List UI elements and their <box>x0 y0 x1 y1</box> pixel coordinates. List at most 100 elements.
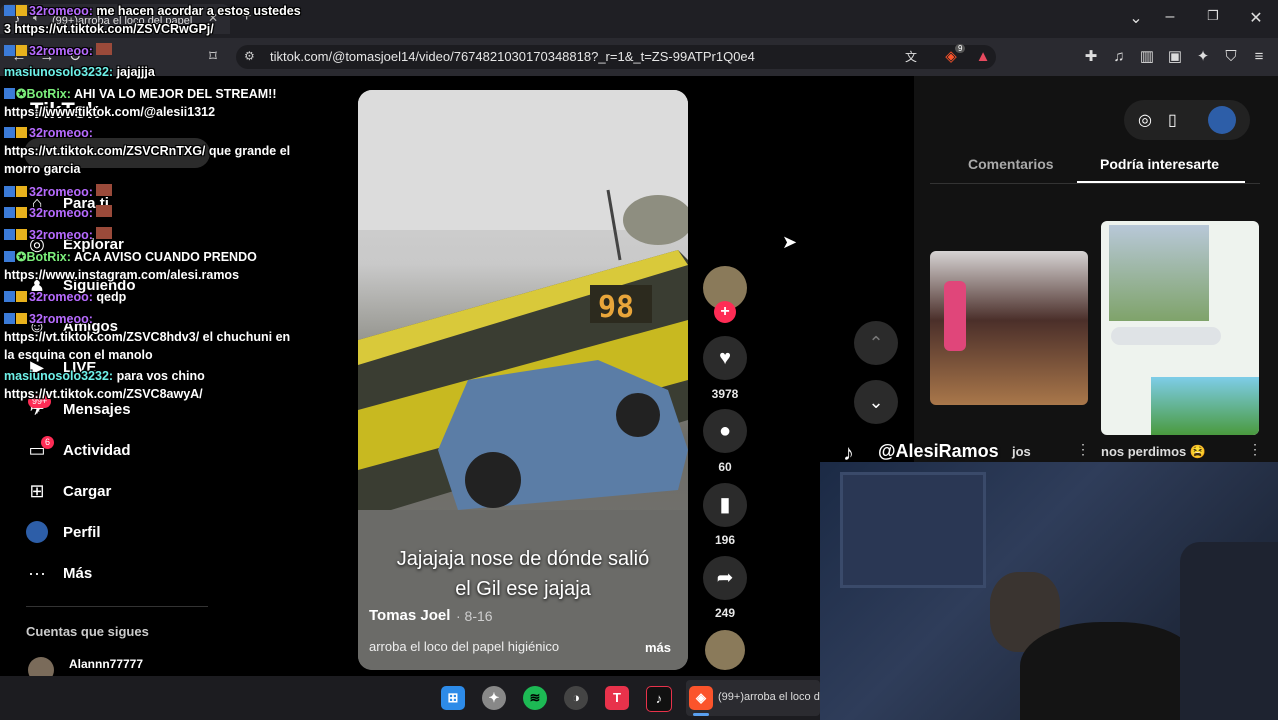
bookmark-icon: ▮ <box>719 494 731 516</box>
vpn-icon[interactable]: ⛉ <box>1220 46 1242 68</box>
thumbnail-image <box>1151 377 1259 435</box>
chat-message: masiunosolo3232: para vos chino https://… <box>4 369 205 401</box>
maximize-icon[interactable]: ❐ <box>1203 8 1223 24</box>
spotify-icon[interactable]: ≋ <box>523 686 547 710</box>
chat-message: 32romeoo: me hacen acordar a estos usted… <box>4 4 301 36</box>
sidebar-item-cargar[interactable]: ⊞ Cargar <box>26 476 111 506</box>
chat-badge-icon <box>4 229 15 240</box>
sidebar-divider <box>26 606 208 607</box>
sidebar-item-perfil[interactable]: Perfil <box>26 517 101 547</box>
tiktok-app-icon[interactable]: ♪ <box>646 686 672 712</box>
minimize-icon[interactable]: – <box>1160 8 1180 26</box>
tiktok-logo-icon: ♪ <box>843 440 854 465</box>
tab-comentarios[interactable]: Comentarios <box>968 156 1054 172</box>
like-button[interactable]: ♥ <box>703 336 747 380</box>
crown-icon <box>16 127 27 138</box>
crown-icon <box>16 45 27 56</box>
suggested-video-title[interactable]: nos perdimos 😫 <box>1101 444 1206 460</box>
bot-icon: ✪ <box>16 87 27 101</box>
chat-message: 32romeoo: <box>4 183 304 201</box>
tab-list-icon[interactable]: ⌄ <box>1126 8 1146 28</box>
gaming-chair <box>1180 542 1278 720</box>
tab-podria-interesarte[interactable]: Podría interesarte <box>1100 156 1219 172</box>
more-options-icon[interactable]: ⋮ <box>1076 441 1090 458</box>
settings-app-icon[interactable]: ✦ <box>482 686 506 710</box>
follow-plus-icon[interactable]: + <box>714 301 736 323</box>
chat-badge-icon <box>4 127 15 138</box>
streamlabs-icon[interactable]: T <box>605 686 629 710</box>
more-icon: ··· <box>28 563 46 583</box>
video-caption-line1: Jajajaja nose de dónde salió <box>396 548 650 570</box>
bus-number: 98 <box>598 290 634 325</box>
leo-ai-icon[interactable]: ✦ <box>1192 46 1214 68</box>
following-user-name[interactable]: Alannn77777 <box>69 657 143 671</box>
video-author[interactable]: Tomas Joel <box>369 607 450 624</box>
previous-video-button[interactable]: ⌃ <box>854 321 898 365</box>
person-figure <box>1020 622 1200 720</box>
video-caption-line2: el Gil ese jajaja <box>455 578 591 600</box>
compass-icon[interactable]: ◎ <box>1138 110 1152 130</box>
emote-icon <box>96 43 113 55</box>
crown-icon <box>16 186 27 197</box>
chevron-down-icon: ⌄ <box>868 392 884 412</box>
chat-badge-icon <box>4 5 15 16</box>
bot-icon: ✪ <box>16 250 27 264</box>
sidebar-item-label: Actividad <box>63 441 131 459</box>
url-text[interactable]: tiktok.com/@tomasjoel14/video/7674821030… <box>270 49 755 64</box>
suggested-video-title[interactable]: jos <box>1012 444 1031 459</box>
menu-icon[interactable]: ≡ <box>1248 46 1270 68</box>
chevron-up-icon: ⌃ <box>868 333 884 353</box>
save-button[interactable]: ▮ <box>703 483 747 527</box>
audio-message-bar <box>1111 327 1221 345</box>
extensions-icon[interactable]: ✚ <box>1080 46 1102 68</box>
emote-icon <box>96 205 113 217</box>
chat-message: 32romeoo: <box>4 42 304 60</box>
sidebar-item-label: Cargar <box>63 482 112 500</box>
active-indicator <box>693 713 709 716</box>
brave-rewards-icon[interactable]: ▲ <box>972 46 994 68</box>
chat-badge-icon <box>4 45 15 56</box>
poster <box>840 472 986 588</box>
upload-icon: ⊞ <box>29 481 45 501</box>
chat-message: ✪BotRix: ACA AVISO CUANDO PRENDO https:/… <box>4 250 257 282</box>
chat-badge-icon <box>4 88 15 99</box>
chat-badge-icon <box>4 207 15 218</box>
crown-icon <box>16 313 27 324</box>
translate-icon[interactable]: 文 <box>900 46 922 68</box>
chat-message: masiunosolo3232: jajajjja <box>4 65 155 79</box>
music-disc-icon[interactable] <box>705 630 745 670</box>
suggested-video-thumbnail[interactable] <box>930 251 1088 405</box>
share-arrow-icon: ➦ <box>716 567 734 589</box>
sidebar-toggle-icon[interactable]: ▥ <box>1136 46 1158 68</box>
more-options-icon[interactable]: ⋮ <box>1248 441 1262 458</box>
chat-message: 32romeoo: https://vt.tiktok.com/ZSVCRnTXG… <box>4 126 291 176</box>
windows-start-icon[interactable]: ⊞ <box>441 686 465 710</box>
chat-message: 32romeoo: qedp <box>4 288 304 306</box>
save-count: 196 <box>714 533 736 547</box>
sidebar-item-label: Perfil <box>63 523 101 541</box>
streamer-handle: @AlesiRamos <box>878 441 999 461</box>
media-icon[interactable]: ♫ <box>1108 46 1130 68</box>
thumbnail-image <box>1109 225 1209 321</box>
video-date: · 8-16 <box>456 608 493 624</box>
sidebar-item-mas[interactable]: ··· Más <box>26 558 92 588</box>
tab-divider <box>930 183 1260 184</box>
suggested-video-thumbnail[interactable] <box>1101 221 1259 435</box>
wallet-icon[interactable]: ▣ <box>1164 46 1186 68</box>
webcam-overlay <box>820 462 1278 720</box>
close-window-icon[interactable]: ✕ <box>1246 8 1266 28</box>
next-video-button[interactable]: ⌄ <box>854 380 898 424</box>
chat-message: 32romeoo: <box>4 204 304 222</box>
person-figure <box>944 281 966 351</box>
crown-icon <box>16 5 27 16</box>
more-button[interactable]: más <box>645 640 671 655</box>
chat-message: 32romeoo: <box>4 226 304 244</box>
share-button[interactable]: ➦ <box>703 556 747 600</box>
like-count: 3978 <box>711 387 739 401</box>
sidebar-item-label: Mensajes <box>63 400 131 418</box>
obs-icon[interactable]: ◑ <box>564 686 588 710</box>
avatar[interactable] <box>1208 106 1236 134</box>
comment-button[interactable]: ● <box>703 409 747 453</box>
video-description: arroba el loco del papel higiénico <box>369 639 560 654</box>
phone-icon[interactable]: ▯ <box>1168 110 1177 130</box>
